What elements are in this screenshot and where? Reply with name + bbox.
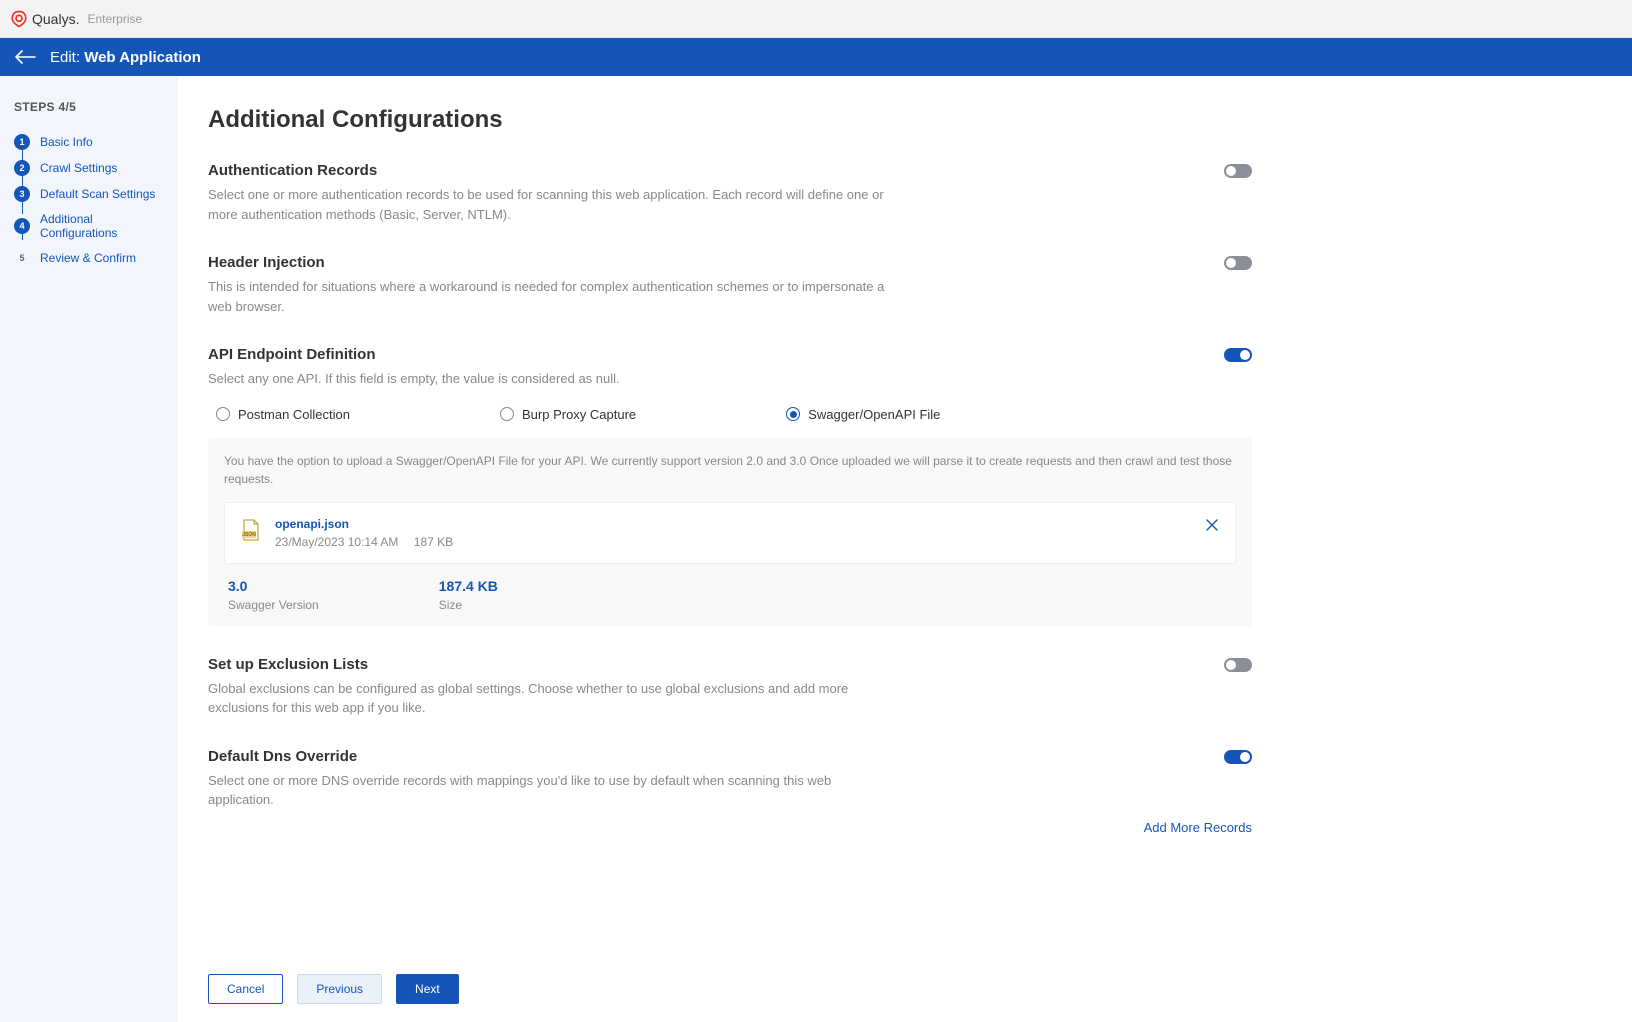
step-number-icon: 1 — [14, 134, 30, 150]
cancel-button[interactable]: Cancel — [208, 974, 283, 1004]
top-bar: Qualys. Enterprise — [0, 0, 1632, 38]
step-review-confirm[interactable]: 5 Review & Confirm — [14, 250, 164, 266]
step-label: Basic Info — [40, 135, 93, 149]
main-content: Additional Configurations Authentication… — [178, 76, 1632, 1022]
footer-actions: Cancel Previous Next — [178, 956, 1632, 1022]
header-prefix: Edit: — [50, 49, 80, 66]
api-upload-box: You have the option to upload a Swagger/… — [208, 438, 1252, 626]
steps-counter: STEPS 4/5 — [14, 100, 164, 114]
sidebar: STEPS 4/5 1 Basic Info 2 Crawl Settings … — [0, 76, 178, 1022]
radio-label: Swagger/OpenAPI File — [808, 407, 940, 422]
radio-icon — [786, 407, 800, 421]
swagger-version-stat: 3.0 Swagger Version — [228, 578, 319, 612]
section-api-endpoint: API Endpoint Definition Select any one A… — [208, 346, 1252, 626]
step-number-icon: 5 — [14, 250, 30, 266]
page-title: Additional Configurations — [208, 106, 1252, 134]
section-title: Default Dns Override — [208, 748, 1194, 765]
radio-icon — [500, 407, 514, 421]
section-desc: Select one or more authentication record… — [208, 185, 888, 224]
section-header-injection: Header Injection This is intended for si… — [208, 254, 1252, 316]
radio-label: Postman Collection — [238, 407, 350, 422]
file-date: 23/May/2023 10:14 AM — [275, 535, 398, 549]
step-label: Additional Configurations — [40, 212, 164, 240]
radio-postman[interactable]: Postman Collection — [216, 407, 350, 422]
api-note: You have the option to upload a Swagger/… — [224, 452, 1236, 488]
section-auth-records: Authentication Records Select one or mor… — [208, 162, 1252, 224]
radio-burp[interactable]: Burp Proxy Capture — [500, 407, 636, 422]
step-basic-info[interactable]: 1 Basic Info — [14, 134, 164, 150]
radio-swagger[interactable]: Swagger/OpenAPI File — [786, 407, 940, 422]
qualys-logo-icon — [10, 10, 28, 28]
step-number-icon: 2 — [14, 160, 30, 176]
auth-records-toggle[interactable] — [1224, 164, 1252, 178]
header-title: Edit: Web Application — [50, 49, 201, 66]
section-title: Header Injection — [208, 254, 1194, 271]
step-label: Crawl Settings — [40, 161, 117, 175]
step-additional-config[interactable]: 4 Additional Configurations — [14, 212, 164, 240]
section-desc: Select any one API. If this field is emp… — [208, 369, 888, 389]
step-default-scan[interactable]: 3 Default Scan Settings — [14, 186, 164, 202]
stat-value: 3.0 — [228, 578, 319, 594]
step-number-icon: 3 — [14, 186, 30, 202]
header-name: Web Application — [84, 49, 201, 66]
section-dns-override: Default Dns Override Select one or more … — [208, 748, 1252, 835]
stat-value: 187.4 KB — [439, 578, 498, 594]
brand-sub: Enterprise — [87, 12, 142, 26]
stat-label: Swagger Version — [228, 598, 319, 612]
add-more-records-link[interactable]: Add More Records — [1144, 820, 1252, 835]
brand-name: Qualys. — [32, 11, 79, 27]
header-bar: Edit: Web Application — [0, 38, 1632, 76]
section-desc: Select one or more DNS override records … — [208, 771, 888, 810]
next-button[interactable]: Next — [396, 974, 459, 1004]
step-label: Review & Confirm — [40, 251, 136, 265]
uploaded-file-card: JSON openapi.json 23/May/2023 10:14 AM 1… — [224, 502, 1236, 564]
api-endpoint-toggle[interactable] — [1224, 348, 1252, 362]
remove-file-icon[interactable] — [1205, 517, 1219, 535]
section-desc: This is intended for situations where a … — [208, 277, 888, 316]
section-title: API Endpoint Definition — [208, 346, 1194, 363]
step-crawl-settings[interactable]: 2 Crawl Settings — [14, 160, 164, 176]
section-exclusion-lists: Set up Exclusion Lists Global exclusions… — [208, 656, 1252, 718]
header-injection-toggle[interactable] — [1224, 256, 1252, 270]
file-size-stat: 187.4 KB Size — [439, 578, 498, 612]
step-label: Default Scan Settings — [40, 187, 155, 201]
radio-icon — [216, 407, 230, 421]
file-name: openapi.json — [275, 517, 1191, 531]
back-arrow-icon[interactable] — [14, 50, 36, 64]
json-file-icon: JSON — [241, 519, 261, 541]
section-title: Authentication Records — [208, 162, 1194, 179]
section-title: Set up Exclusion Lists — [208, 656, 1194, 673]
logo-area: Qualys. Enterprise — [10, 10, 142, 28]
section-desc: Global exclusions can be configured as g… — [208, 679, 888, 718]
dns-override-toggle[interactable] — [1224, 750, 1252, 764]
svg-text:JSON: JSON — [242, 532, 256, 538]
exclusion-lists-toggle[interactable] — [1224, 658, 1252, 672]
radio-label: Burp Proxy Capture — [522, 407, 636, 422]
file-size-inline: 187 KB — [414, 535, 453, 549]
step-number-icon: 4 — [14, 218, 30, 234]
previous-button[interactable]: Previous — [297, 974, 382, 1004]
stat-label: Size — [439, 598, 498, 612]
file-meta: 23/May/2023 10:14 AM 187 KB — [275, 535, 1191, 549]
